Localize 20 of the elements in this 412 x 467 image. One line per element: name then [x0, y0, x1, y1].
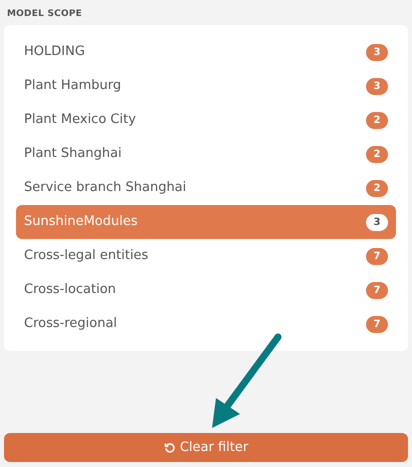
- count-badge: 3: [366, 44, 388, 60]
- count-badge: 7: [366, 248, 388, 264]
- reset-icon: [164, 442, 176, 454]
- count-badge: 3: [366, 214, 388, 230]
- count-badge: 2: [366, 180, 388, 196]
- scope-item[interactable]: SunshineModules 3: [16, 205, 396, 239]
- section-title: MODEL SCOPE: [7, 8, 84, 21]
- count-badge: 7: [366, 282, 388, 298]
- scope-item[interactable]: Cross-regional 7: [16, 307, 396, 341]
- scope-item[interactable]: Plant Mexico City 2: [16, 103, 396, 137]
- scope-item[interactable]: Cross-legal entities 7: [16, 239, 396, 273]
- count-badge: 7: [366, 316, 388, 332]
- scope-item[interactable]: Plant Shanghai 2: [16, 137, 396, 171]
- scope-item[interactable]: Service branch Shanghai 2: [16, 171, 396, 205]
- count-badge: 2: [366, 146, 388, 162]
- scope-item[interactable]: HOLDING 3: [16, 35, 396, 69]
- count-badge: 3: [366, 78, 388, 94]
- scope-item[interactable]: Cross-location 7: [16, 273, 396, 307]
- scope-item[interactable]: Plant Hamburg 3: [16, 69, 396, 103]
- count-badge: 2: [366, 112, 388, 128]
